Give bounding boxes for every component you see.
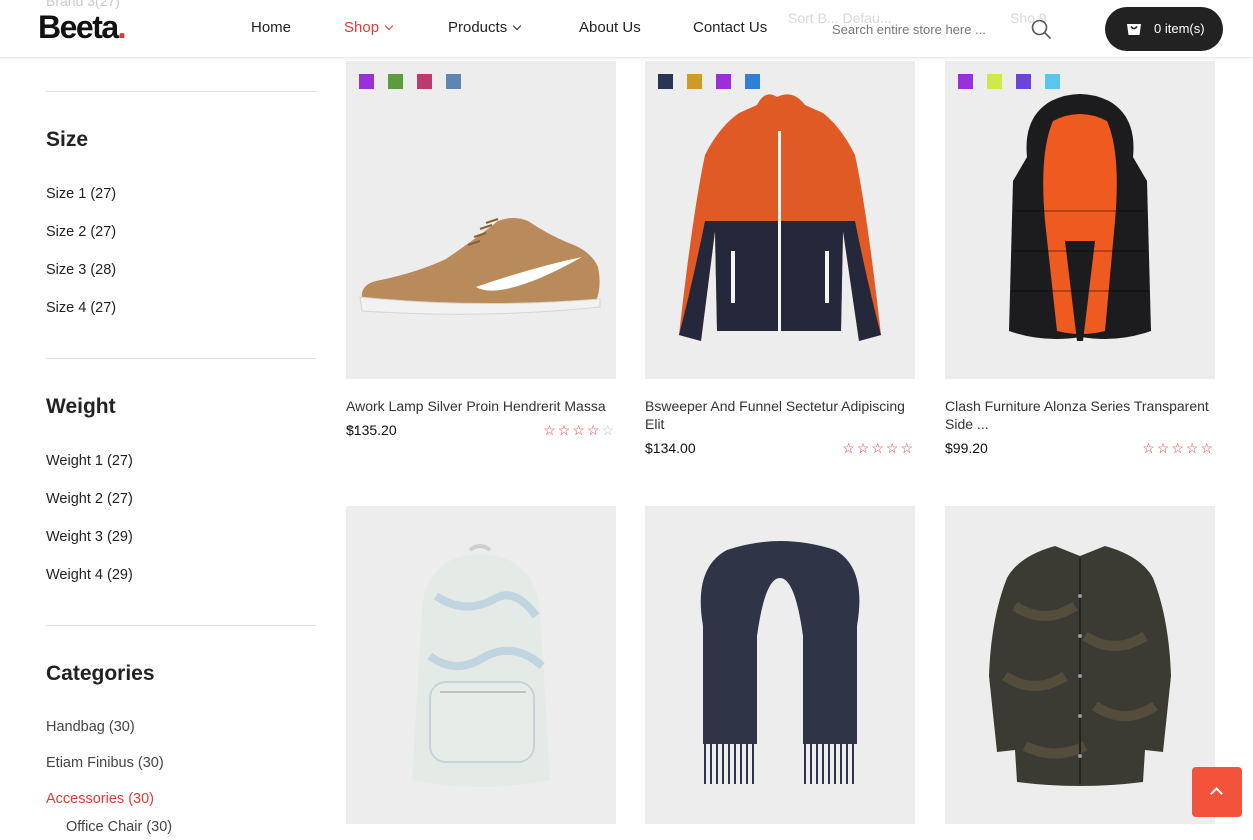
product-image-sneaker[interactable] — [346, 61, 616, 379]
color-swatch[interactable] — [359, 74, 374, 89]
product-name[interactable]: Clash Furniture Alonza Series Transparen… — [945, 397, 1217, 433]
product-price: $134.00 — [645, 440, 696, 456]
product-image-vest[interactable] — [945, 61, 1215, 379]
color-swatch[interactable] — [1045, 74, 1060, 89]
product-rating: ☆☆☆☆☆ — [1142, 440, 1215, 457]
color-swatch[interactable] — [987, 74, 1002, 89]
star-icon: ☆ — [557, 422, 573, 438]
filter-size-1[interactable]: Size 1 (27) — [46, 186, 116, 202]
color-swatches — [359, 74, 475, 89]
brand-filter-ghost-text: Brand 3(27) — [46, 0, 120, 9]
star-icon: ☆ — [842, 440, 857, 456]
product-rating: ☆☆☆☆☆ — [543, 422, 616, 439]
color-swatch[interactable] — [446, 74, 461, 89]
product-image-jacket[interactable] — [645, 61, 915, 379]
star-icon: ☆ — [871, 440, 886, 456]
color-swatch[interactable] — [716, 74, 731, 89]
star-icon: ☆ — [856, 440, 872, 456]
color-swatch[interactable] — [388, 74, 403, 89]
product-image-backpack[interactable] — [346, 506, 616, 824]
star-icon: ☆ — [1142, 440, 1157, 456]
filter-weight-2[interactable]: Weight 2 (27) — [46, 491, 133, 507]
star-icon: ☆ — [1185, 440, 1201, 456]
star-icon: ☆ — [1156, 440, 1172, 456]
chevron-up-icon — [1210, 787, 1223, 800]
search-icon[interactable] — [1030, 18, 1052, 40]
star-icon: ☆ — [1171, 440, 1186, 456]
sidebar-divider — [46, 358, 316, 359]
filter-size-2[interactable]: Size 2 (27) — [46, 224, 116, 240]
star-icon: ☆ — [900, 440, 915, 456]
sidebar-divider — [46, 91, 316, 92]
category-office-chair[interactable]: Office Chair (30) — [66, 819, 172, 835]
color-swatch[interactable] — [958, 74, 973, 89]
star-icon: ☆ — [601, 422, 616, 438]
color-swatches — [958, 74, 1074, 89]
scroll-to-top-button[interactable] — [1192, 767, 1242, 817]
cart-button[interactable]: 0 item(s) — [1105, 7, 1223, 51]
category-handbag[interactable]: Handbag (30) — [46, 719, 135, 735]
product-image-scarf[interactable] — [645, 506, 915, 824]
product-image-shirt[interactable] — [945, 506, 1215, 824]
color-swatch[interactable] — [658, 74, 673, 89]
color-swatches — [658, 74, 774, 89]
filter-weight-4[interactable]: Weight 4 (29) — [46, 567, 133, 583]
shopping-bag-icon — [1125, 20, 1143, 38]
filter-title-categories: Categories — [46, 662, 155, 685]
filter-size-3[interactable]: Size 3 (28) — [46, 262, 116, 278]
sidebar-divider — [46, 625, 316, 626]
product-price: $99.20 — [945, 440, 988, 456]
product-price: $135.20 — [346, 422, 397, 438]
nav-products[interactable]: Products — [448, 19, 522, 36]
brand-logo[interactable]: Beeta. — [38, 9, 127, 46]
filter-weight-3[interactable]: Weight 3 (29) — [46, 529, 133, 545]
nav-contact-us[interactable]: Contact Us — [693, 19, 767, 36]
product-rating: ☆☆☆☆☆ — [842, 440, 915, 457]
star-icon: ☆ — [586, 422, 602, 438]
star-icon: ☆ — [543, 422, 558, 438]
chevron-down-icon — [512, 21, 522, 31]
color-swatch[interactable] — [687, 74, 702, 89]
filter-title-weight: Weight — [46, 395, 116, 418]
nav-shop[interactable]: Shop — [344, 19, 394, 36]
star-icon: ☆ — [885, 440, 901, 456]
category-accessories[interactable]: Accessories (30) — [46, 791, 154, 807]
color-swatch[interactable] — [417, 74, 432, 89]
filter-weight-1[interactable]: Weight 1 (27) — [46, 453, 133, 469]
star-icon: ☆ — [572, 422, 587, 438]
nav-about-us[interactable]: About Us — [579, 19, 641, 36]
filter-title-size: Size — [46, 128, 89, 151]
cart-count: 0 item(s) — [1154, 21, 1205, 36]
star-icon: ☆ — [1200, 440, 1215, 456]
product-name[interactable]: Bsweeper And Funnel Sectetur Adipiscing … — [645, 397, 917, 433]
chevron-down-icon — [384, 21, 394, 31]
nav-home[interactable]: Home — [251, 19, 291, 36]
search-input[interactable] — [832, 18, 992, 40]
color-swatch[interactable] — [1016, 74, 1031, 89]
color-swatch[interactable] — [745, 74, 760, 89]
category-etiam-finibus[interactable]: Etiam Finibus (30) — [46, 755, 164, 771]
site-header: Beeta. Home Shop Products About Us Conta… — [0, 0, 1253, 58]
filter-size-4[interactable]: Size 4 (27) — [46, 300, 116, 316]
